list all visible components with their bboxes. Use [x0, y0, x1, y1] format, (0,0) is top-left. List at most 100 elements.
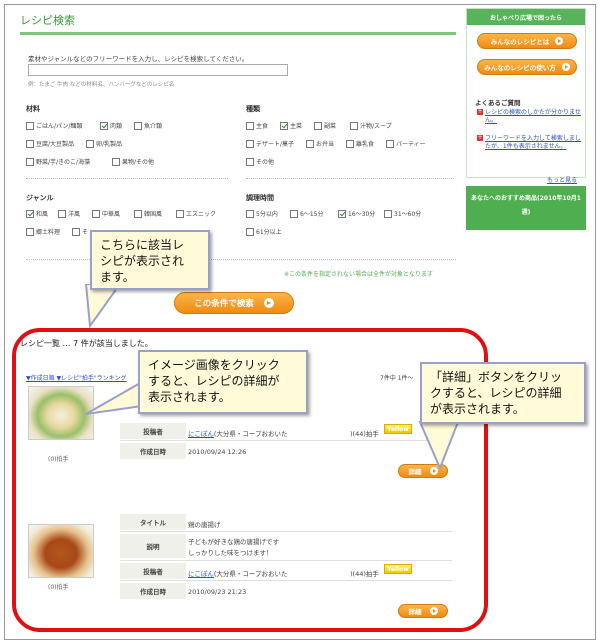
- checkbox[interactable]: [26, 121, 34, 130]
- search-button[interactable]: この条件で検索: [174, 292, 294, 314]
- faq-link-no-results[interactable]: フリーワードを入力して検索しましたが、1件も表示されません。: [477, 135, 581, 151]
- checkbox-label: 中華風: [102, 211, 121, 218]
- checkbox[interactable]: [306, 139, 314, 148]
- about-recipes-label: みんなのレシピとは: [490, 38, 550, 46]
- checkbox-material-tofu[interactable]: 豆腐/大豆製品: [26, 139, 74, 148]
- checkbox[interactable]: [246, 227, 254, 236]
- checkbox-label: 魚介類: [144, 123, 163, 130]
- checkbox-genre-other[interactable]: そ: [72, 227, 88, 236]
- checkbox[interactable]: [280, 121, 288, 130]
- featured-products-banner[interactable]: あなたへのおすすめ商品(2010年10月1 週): [466, 186, 586, 230]
- checkbox-label: 豆腐/大豆製品: [36, 141, 75, 148]
- checkbox-material-rice[interactable]: ごはん/パン/麺類: [26, 121, 82, 130]
- checkbox[interactable]: [72, 227, 80, 236]
- checkbox-label: 副菜: [324, 123, 337, 130]
- checkbox-time-30[interactable]: 16〜30分: [338, 209, 375, 218]
- checkbox[interactable]: [386, 139, 394, 148]
- checkbox[interactable]: [26, 157, 34, 166]
- checkbox[interactable]: [86, 139, 94, 148]
- how-to-use-button[interactable]: みんなのレシピの使い方: [477, 59, 577, 75]
- search-instructions: 素材やジャンルなどのフリーワードを入力し、レシピを検索してください。: [28, 55, 249, 63]
- checkbox-genre-local[interactable]: 郷土料理: [26, 227, 60, 236]
- checkbox[interactable]: [134, 121, 142, 130]
- checkbox-type-party[interactable]: パーティー: [386, 139, 426, 148]
- checkbox-label: デザート/菓子: [256, 141, 295, 148]
- checkbox-genre-ethnic[interactable]: エスニック: [176, 209, 216, 218]
- checkbox-type-staple[interactable]: 主食: [246, 121, 268, 130]
- callout-tail: [418, 421, 460, 470]
- search-button-label: この条件で検索: [194, 299, 254, 309]
- checkbox[interactable]: [112, 157, 120, 166]
- callout-line: 「詳細」ボタンをクリッ: [430, 370, 563, 384]
- checkbox-label: 果物/その他: [122, 159, 155, 166]
- checkbox-label: 卵/乳製品: [96, 141, 123, 148]
- checkbox[interactable]: [176, 209, 184, 218]
- checkbox-genre-japanese[interactable]: 和風: [26, 209, 48, 218]
- checkbox-label: 61分以上: [256, 229, 282, 236]
- checkbox-label: 洋風: [68, 211, 81, 218]
- checkbox-label: そ: [82, 229, 89, 236]
- faq-link-search-howto[interactable]: レシピの検索のしかたが分かりません。: [477, 109, 581, 125]
- featured-line-2: 週): [521, 208, 531, 216]
- checkbox-material-seafood[interactable]: 魚介類: [134, 121, 162, 130]
- checkbox-time-60[interactable]: 31〜60分: [384, 209, 421, 218]
- how-to-use-label: みんなのレシピの使い方: [484, 64, 556, 72]
- checkbox-genre-chinese[interactable]: 中華風: [92, 209, 120, 218]
- checkbox[interactable]: [246, 157, 254, 166]
- checkbox-label: 離乳食: [356, 141, 375, 148]
- about-recipes-button[interactable]: みんなのレシピとは: [477, 33, 577, 49]
- callout-line: シピが表示され: [100, 254, 185, 269]
- checkbox-material-vegetable[interactable]: 野菜/芋/きのこ/海藻: [26, 157, 90, 166]
- checkbox-label: 主菜: [290, 123, 303, 130]
- keyword-input[interactable]: [28, 64, 288, 76]
- checkbox[interactable]: [346, 139, 354, 148]
- checkbox[interactable]: [314, 121, 322, 130]
- checkbox-label: 野菜/芋/きのこ/海藻: [36, 159, 91, 166]
- more-link[interactable]: もっと見る: [547, 175, 577, 184]
- checkbox[interactable]: [338, 209, 346, 218]
- callout-results-area: こちらに該当レ シピが表示され ます。: [90, 230, 210, 290]
- checkbox[interactable]: [384, 209, 392, 218]
- callout-detail: 「詳細」ボタンをクリッ クすると、レシピの詳細 が表示されます。: [420, 362, 586, 424]
- arrow-right-icon: [555, 37, 564, 45]
- checkbox-genre-western[interactable]: 洋風: [58, 209, 80, 218]
- checkbox-time-15[interactable]: 6〜15分: [290, 209, 323, 218]
- callout-line: こちらに該当レ: [100, 238, 185, 252]
- checkbox-type-babyfood[interactable]: 離乳食: [346, 139, 374, 148]
- checkbox-type-soup[interactable]: 汁物/スープ: [350, 121, 392, 130]
- checkbox[interactable]: [58, 209, 66, 218]
- checkbox[interactable]: [26, 209, 34, 218]
- checkbox[interactable]: [26, 139, 34, 148]
- checkbox-material-egg[interactable]: 卵/乳製品: [86, 139, 122, 148]
- checkbox-label: 肉類: [110, 123, 123, 130]
- types-heading: 種類: [246, 105, 260, 113]
- callout-tail: [85, 380, 143, 415]
- checkbox-type-dessert[interactable]: デザート/菓子: [246, 139, 294, 148]
- checkbox-label: エスニック: [186, 211, 217, 218]
- checkbox[interactable]: [134, 209, 142, 218]
- checkbox-material-meat[interactable]: 肉類: [100, 121, 122, 130]
- checkbox[interactable]: [100, 121, 108, 130]
- checkbox-type-side[interactable]: 副菜: [314, 121, 336, 130]
- checkbox[interactable]: [246, 139, 254, 148]
- checkbox-time-61plus[interactable]: 61分以上: [246, 227, 282, 236]
- checkbox[interactable]: [92, 209, 100, 218]
- arrow-right-icon: [263, 298, 274, 308]
- checkbox-type-bento[interactable]: お弁当: [306, 139, 334, 148]
- checkbox-material-fruit[interactable]: 果物/その他: [112, 157, 154, 166]
- checkbox-label: パーティー: [396, 141, 426, 148]
- callout-line: すると、レシピの詳細が: [148, 374, 280, 389]
- checkbox-label: 韓国風: [144, 211, 163, 218]
- checkbox[interactable]: [350, 121, 358, 130]
- checkbox[interactable]: [290, 209, 298, 218]
- featured-line-1: あなたへのおすすめ商品(2010年10月1: [471, 195, 581, 202]
- checkbox-label: 和風: [36, 211, 49, 218]
- checkbox-time-5[interactable]: 5分以内: [246, 209, 278, 218]
- checkbox-type-main[interactable]: 主菜: [280, 121, 302, 130]
- checkbox[interactable]: [26, 227, 34, 236]
- checkbox-genre-korean[interactable]: 韓国風: [134, 209, 162, 218]
- checkbox-type-other[interactable]: その他: [246, 157, 274, 166]
- checkbox[interactable]: [246, 121, 254, 130]
- callout-line: 表示されます。: [148, 390, 231, 405]
- checkbox[interactable]: [246, 209, 254, 218]
